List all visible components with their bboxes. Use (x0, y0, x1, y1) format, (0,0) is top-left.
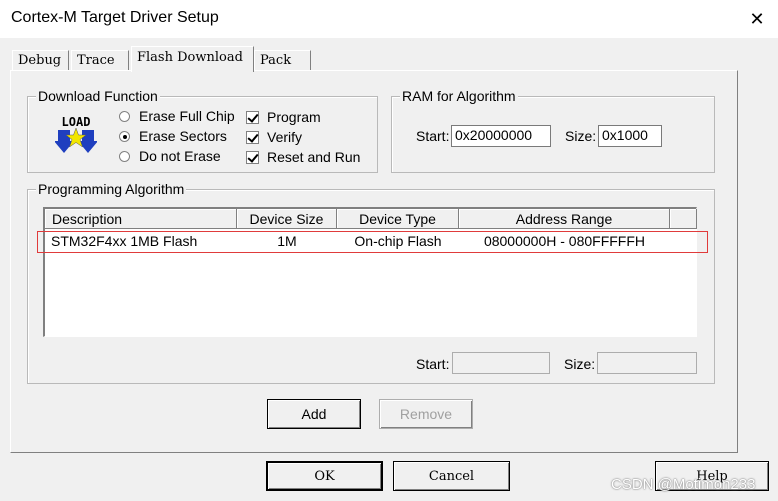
algo-start-label: Start: (416, 356, 450, 372)
radio-erase-sectors[interactable]: Erase Sectors (119, 128, 227, 144)
cell-device-size: 1M (277, 233, 297, 249)
cell-description: STM32F4xx 1MB Flash (51, 233, 198, 249)
checkbox-reset-and-run[interactable]: Reset and Run (246, 149, 360, 165)
radio-icon (119, 110, 130, 122)
cell-device-type: On-chip Flash (354, 233, 442, 249)
algorithm-list[interactable]: Description Device Size Device Type Addr… (43, 207, 697, 337)
column-filler (670, 209, 697, 229)
cell-address-range: 08000000H - 080FFFFFH (483, 233, 646, 249)
tab-trace[interactable]: Trace (71, 50, 129, 70)
checkmark-icon (246, 150, 259, 164)
ram-size-input[interactable]: 0x1000 (598, 125, 662, 147)
close-button[interactable]: ✕ (740, 2, 774, 36)
radio-selected-icon (119, 130, 130, 142)
algo-size-input[interactable] (597, 352, 697, 374)
tab-debug[interactable]: Debug (12, 50, 69, 70)
cancel-button[interactable]: Cancel (393, 461, 510, 491)
radio-icon (119, 150, 130, 162)
column-address-range[interactable]: Address Range (459, 209, 670, 229)
checkmark-icon (246, 110, 259, 124)
window-title: Cortex-M Target Driver Setup (11, 9, 219, 26)
column-device-size[interactable]: Device Size (237, 209, 337, 229)
watermark-text: CSDN @Motimon233 (611, 476, 756, 493)
add-button[interactable]: Add (267, 399, 361, 429)
ram-start-label: Start: (416, 128, 450, 144)
download-function-legend: Download Function (36, 88, 160, 104)
ram-start-input[interactable]: 0x20000000 (451, 125, 551, 147)
ok-button[interactable]: OK (266, 461, 383, 491)
close-icon: ✕ (749, 8, 765, 29)
tab-strip: Debug Trace Flash Download Pack (0, 38, 778, 72)
checkmark-icon (246, 130, 259, 144)
tab-flash-download[interactable]: Flash Download (131, 46, 254, 72)
checkbox-program[interactable]: Program (246, 109, 321, 125)
ram-for-algorithm-legend: RAM for Algorithm (400, 88, 518, 104)
algo-size-label: Size: (564, 356, 596, 372)
column-description[interactable]: Description (45, 209, 237, 229)
checkbox-verify[interactable]: Verify (246, 129, 302, 145)
column-device-type[interactable]: Device Type (337, 209, 459, 229)
title-bar: Cortex-M Target Driver Setup ✕ (0, 0, 778, 38)
svg-text:LOAD: LOAD (62, 115, 91, 129)
radio-erase-full-chip[interactable]: Erase Full Chip (119, 108, 235, 124)
programming-algorithm-legend: Programming Algorithm (36, 181, 187, 197)
load-icon: LOAD (54, 113, 98, 155)
tab-pack[interactable]: Pack (254, 50, 311, 70)
remove-button[interactable]: Remove (379, 399, 473, 429)
radio-do-not-erase[interactable]: Do not Erase (119, 148, 221, 164)
algo-start-input[interactable] (452, 352, 550, 374)
ram-size-label: Size: (565, 128, 597, 144)
